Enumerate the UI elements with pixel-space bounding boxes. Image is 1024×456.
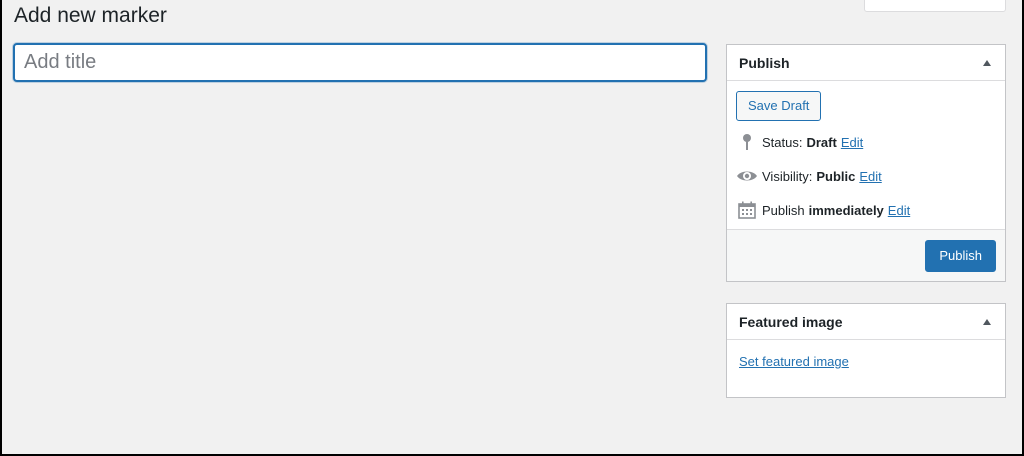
- title-input[interactable]: [13, 43, 707, 82]
- publish-actions: Publish: [727, 229, 1005, 281]
- schedule-row: Publish immediately Edit: [736, 193, 996, 227]
- triangle-up-icon[interactable]: [983, 318, 991, 325]
- visibility-row: Visibility: Public Edit: [736, 159, 996, 193]
- save-draft-button[interactable]: Save Draft: [736, 91, 822, 121]
- featured-image-header[interactable]: Featured image: [727, 304, 1005, 340]
- visibility-value: Public: [816, 168, 856, 184]
- eye-icon: [736, 166, 758, 186]
- status-value: Draft: [806, 134, 837, 150]
- featured-image-title: Featured image: [739, 313, 843, 330]
- editor-screen: Add new marker Publish Save Draft Status…: [2, 0, 1022, 454]
- schedule-label: Publish: [762, 202, 805, 218]
- publish-box-header[interactable]: Publish: [727, 45, 1005, 81]
- visibility-label: Visibility:: [762, 168, 813, 184]
- publish-box-body: Save Draft Status: Draft Edit Visibility…: [727, 81, 1005, 227]
- featured-image-box: Featured image Set featured image: [726, 303, 1006, 398]
- calendar-icon: [736, 200, 758, 220]
- pin-icon: [736, 132, 758, 152]
- schedule-value: immediately: [808, 202, 884, 218]
- publish-box-title: Publish: [739, 54, 790, 71]
- visibility-edit-link[interactable]: Edit: [859, 169, 881, 184]
- schedule-edit-link[interactable]: Edit: [888, 203, 910, 218]
- publish-box: Publish Save Draft Status: Draft Edit Vi…: [726, 44, 1006, 282]
- screen-options-tab[interactable]: [864, 0, 1006, 12]
- status-edit-link[interactable]: Edit: [841, 135, 863, 150]
- featured-image-body: Set featured image: [727, 340, 1005, 383]
- status-row: Status: Draft Edit: [736, 125, 996, 159]
- page-title: Add new marker: [14, 4, 167, 27]
- set-featured-image-link[interactable]: Set featured image: [739, 354, 849, 369]
- publish-button[interactable]: Publish: [925, 240, 996, 272]
- triangle-up-icon[interactable]: [983, 59, 991, 66]
- status-label: Status:: [762, 134, 803, 150]
